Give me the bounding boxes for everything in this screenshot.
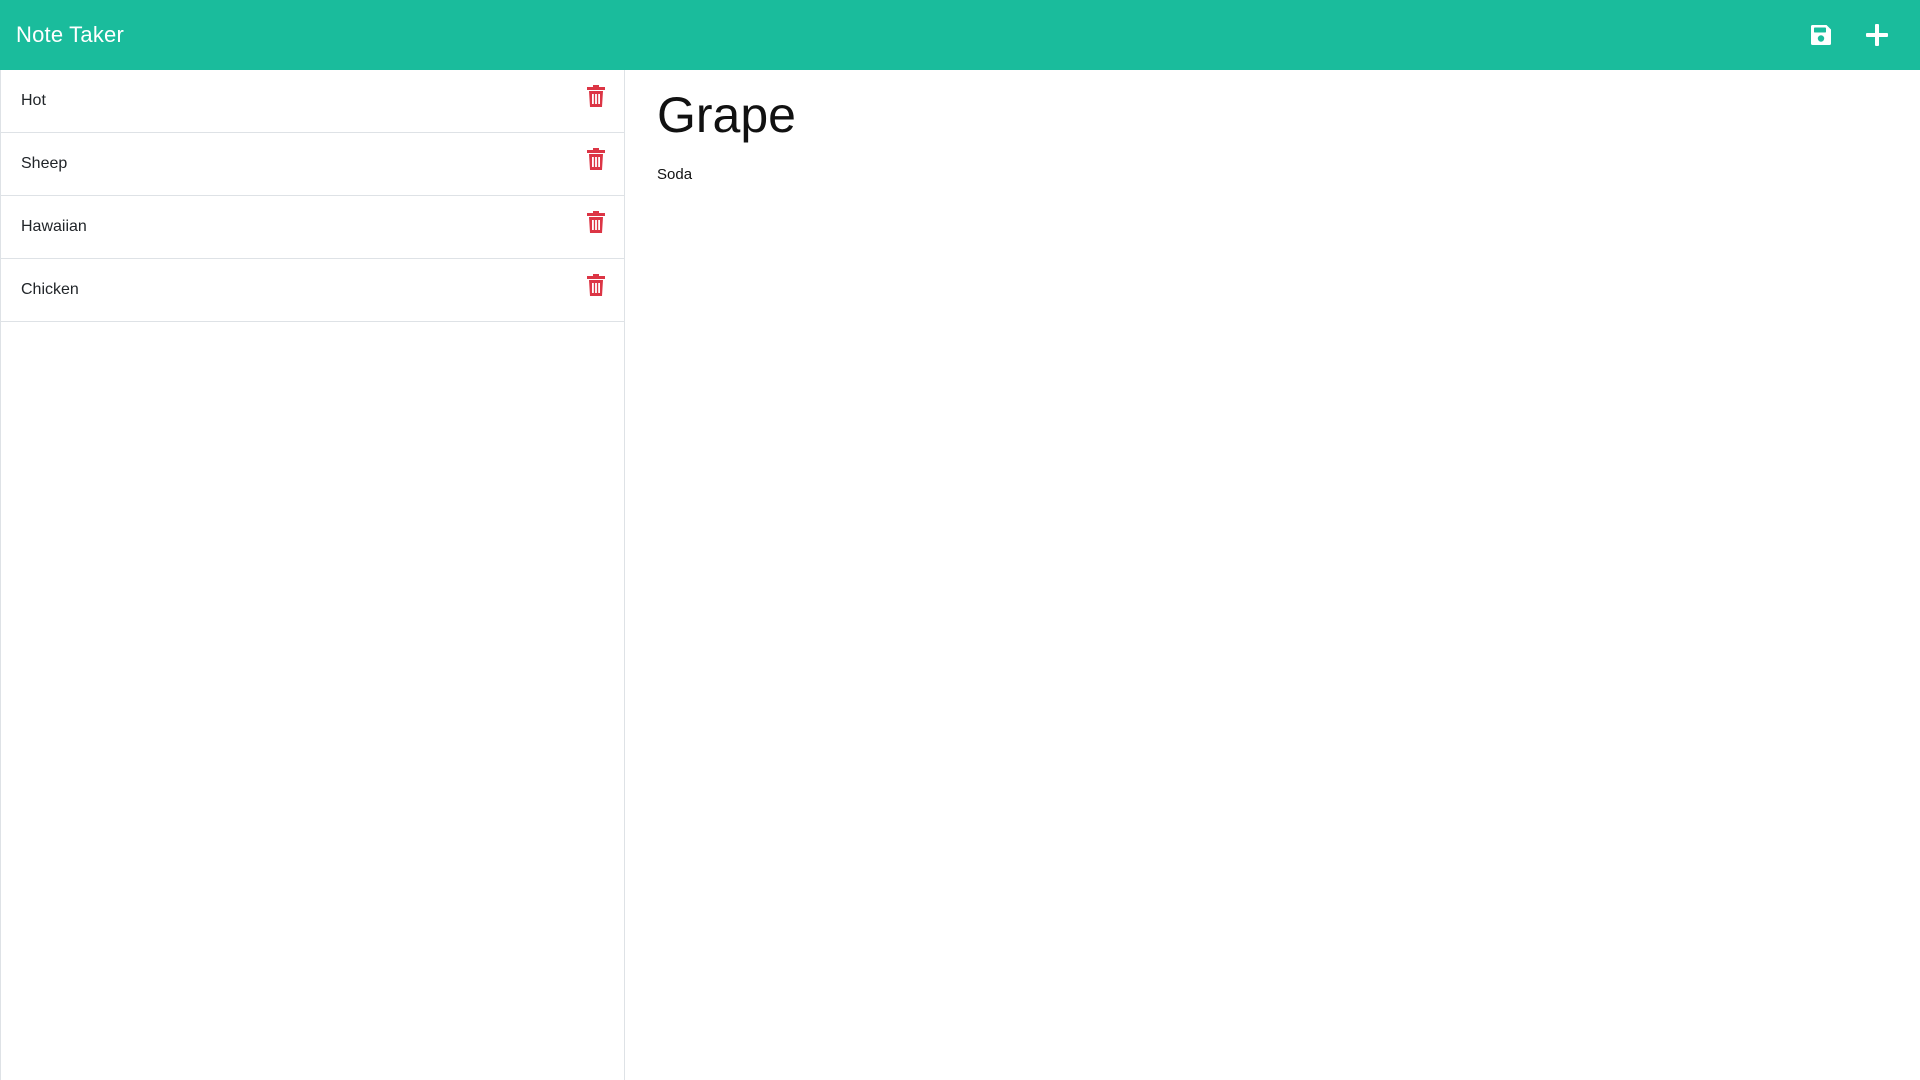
app-title[interactable]: Note Taker	[16, 22, 124, 48]
trash-icon[interactable]	[586, 85, 606, 107]
list-item[interactable]: Hot	[1, 70, 624, 133]
note-list-title: Hot	[21, 92, 46, 109]
plus-icon	[1866, 24, 1888, 46]
nav-actions	[1806, 20, 1892, 50]
note-list: Hot Sheep Hawaiian Chicken	[1, 70, 624, 322]
note-text-area[interactable]: Soda	[657, 166, 1888, 1046]
note-editor: Soda	[625, 70, 1920, 1080]
trash-icon[interactable]	[586, 211, 606, 233]
notes-sidebar: Hot Sheep Hawaiian Chicken	[0, 70, 625, 1080]
floppy-save-icon	[1811, 25, 1831, 45]
note-title-input[interactable]	[657, 82, 1888, 148]
save-note-button[interactable]	[1806, 20, 1836, 50]
trash-icon[interactable]	[586, 148, 606, 170]
note-list-title: Chicken	[21, 281, 79, 298]
note-list-title: Sheep	[21, 155, 68, 172]
list-item[interactable]: Hawaiian	[1, 196, 624, 259]
note-list-title: Hawaiian	[21, 218, 87, 235]
list-item[interactable]: Sheep	[1, 133, 624, 196]
trash-icon[interactable]	[586, 274, 606, 296]
new-note-button[interactable]	[1862, 20, 1892, 50]
list-item[interactable]: Chicken	[1, 259, 624, 322]
navbar: Note Taker	[0, 0, 1920, 70]
